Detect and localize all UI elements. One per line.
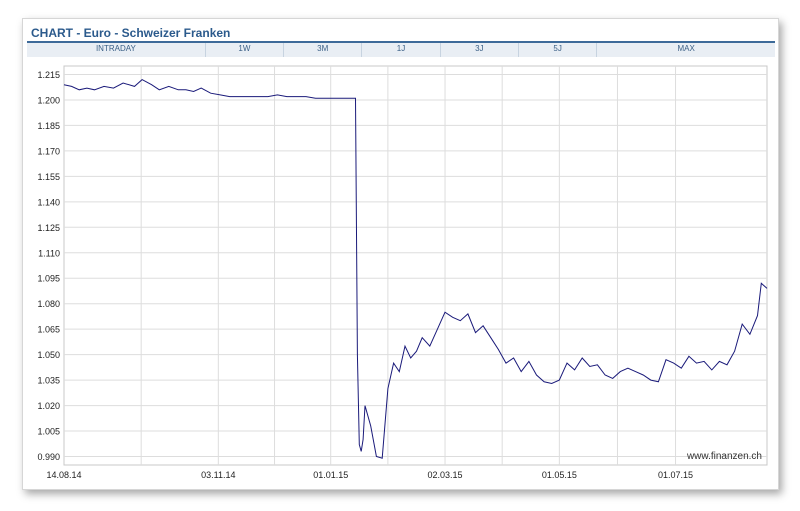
x-axis-labels: 14.08.14 03.11.14 01.01.15 02.03.15 01.05.15… — [46, 470, 693, 480]
x-tick-label: 01.01.15 — [313, 470, 348, 480]
y-tick-label: 1.080 — [37, 299, 60, 309]
y-tick-label: 1.065 — [37, 325, 60, 335]
x-tick-label: 02.03.15 — [428, 470, 463, 480]
y-tick-label: 1.125 — [37, 223, 60, 233]
y-tick-label: 1.005 — [37, 427, 60, 437]
line-chart: 1.215 1.200 1.185 1.170 1.155 1.140 1.125 1.110… — [37, 65, 768, 480]
y-tick-label: 1.050 — [37, 350, 60, 360]
x-tick-label: 01.07.15 — [658, 470, 693, 480]
y-tick-label: 0.990 — [37, 452, 60, 462]
watermark: www.finanzen.ch — [686, 451, 762, 462]
y-axis-labels: 1.215 1.200 1.185 1.170 1.155 1.140 1.125 1.110… — [37, 70, 60, 462]
y-tick-label: 1.035 — [37, 376, 60, 386]
y-tick-label: 1.170 — [37, 146, 60, 156]
y-tick-label: 1.095 — [37, 274, 60, 284]
y-tick-label: 1.110 — [38, 248, 60, 258]
y-tick-label: 1.155 — [37, 172, 60, 182]
x-tick-label: 14.08.14 — [46, 470, 81, 480]
y-tick-label: 1.020 — [37, 401, 60, 411]
y-tick-label: 1.185 — [37, 121, 60, 131]
y-tick-label: 1.215 — [37, 70, 60, 80]
x-tick-label: 03.11.14 — [201, 470, 235, 480]
y-tick-label: 1.140 — [37, 197, 60, 207]
y-tick-label: 1.200 — [37, 95, 60, 105]
x-tick-label: 01.05.15 — [542, 470, 577, 480]
